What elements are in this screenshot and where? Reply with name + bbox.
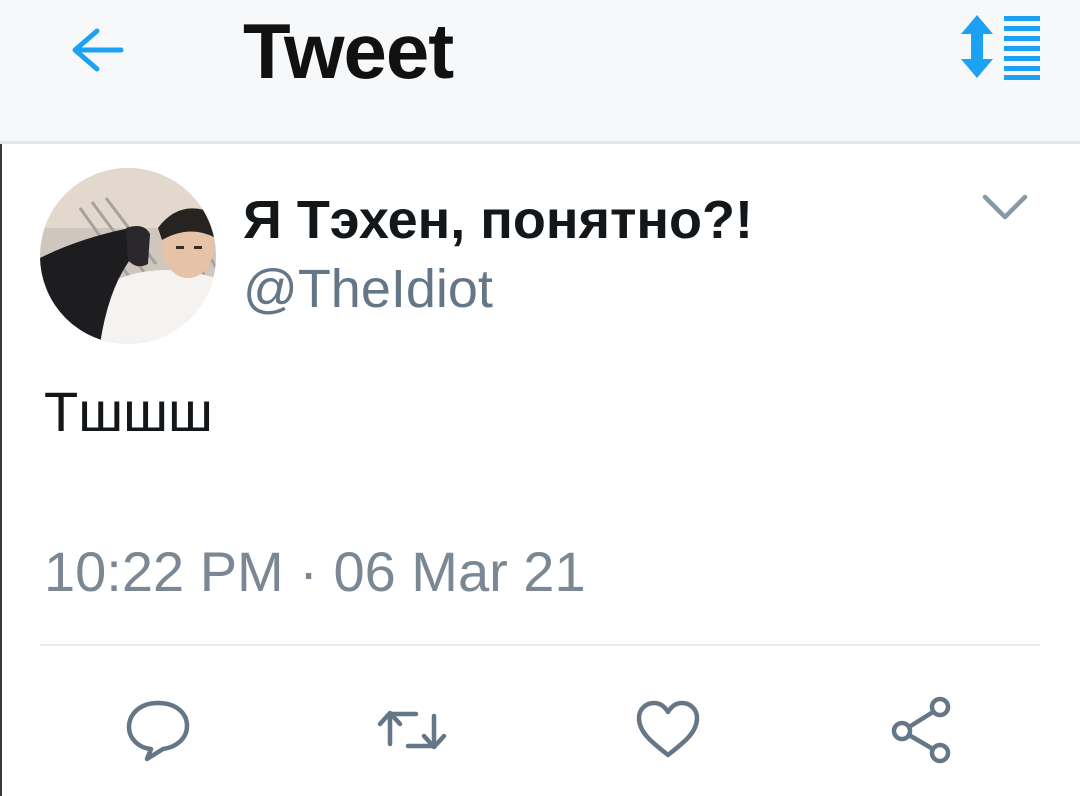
reply-button[interactable]: [118, 690, 198, 770]
sort-button[interactable]: [955, 12, 1045, 82]
reply-icon: [126, 700, 190, 762]
arrow-left-icon: [72, 28, 124, 72]
avatar-photo: [40, 168, 216, 344]
like-button[interactable]: [628, 690, 708, 770]
header-bar: Tweet: [0, 0, 1080, 142]
tweet-menu-button[interactable]: [975, 185, 1035, 231]
retweet-button[interactable]: [372, 690, 452, 770]
heart-icon: [636, 700, 700, 758]
avatar[interactable]: [40, 168, 216, 344]
tweet-detail-screen: Tweet Я Тэхен, понятно?! @TheIdiot Тшшш …: [0, 0, 1080, 796]
content-divider: [40, 644, 1040, 646]
display-name[interactable]: Я Тэхен, понятно?!: [243, 190, 753, 250]
user-handle[interactable]: @TheIdiot: [243, 258, 493, 320]
share-icon: [891, 696, 951, 764]
back-button[interactable]: [62, 18, 132, 82]
retweet-icon: [377, 710, 447, 750]
tweet-timestamp: 10:22 PM · 06 Mar 21: [44, 540, 586, 603]
page-title: Tweet: [243, 7, 454, 95]
header-divider: [0, 141, 1080, 144]
share-button[interactable]: [882, 690, 962, 770]
tweet-text: Тшшш: [44, 380, 213, 443]
chevron-down-icon: [982, 194, 1028, 220]
sort-list-icon: [961, 15, 1040, 80]
